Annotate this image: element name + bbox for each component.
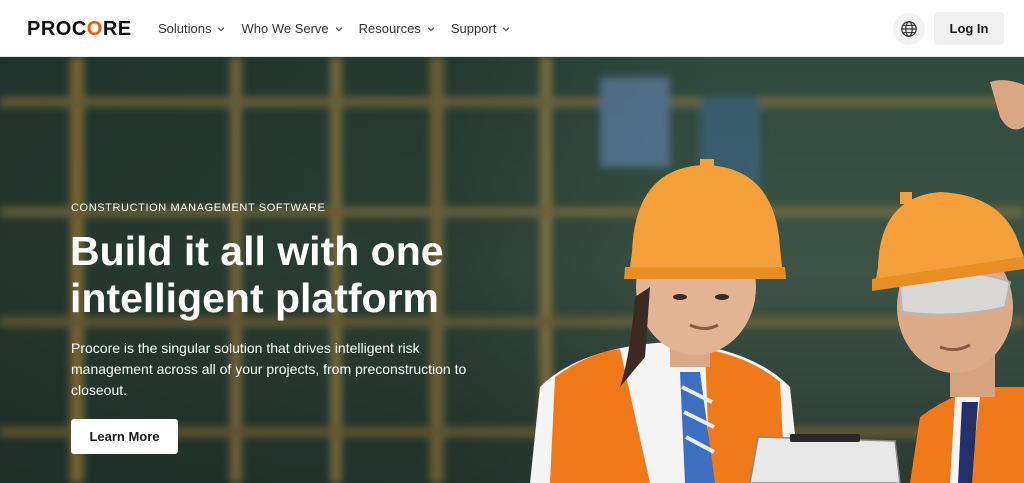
logo-text-o: O (86, 17, 103, 40)
nav-resources-label: Resources (358, 21, 421, 36)
logo-text-end: RE (102, 17, 132, 40)
site-header: PROC O RE Solutions Who We Serve Resources… (0, 0, 1024, 57)
globe-icon (901, 21, 917, 37)
learn-more-button[interactable]: Learn More (71, 419, 178, 454)
chevron-down-icon (503, 26, 510, 31)
hero-eyebrow: CONSTRUCTION MANAGEMENT SOFTWARE (71, 202, 326, 214)
hero-section: CONSTRUCTION MANAGEMENT SOFTWARE Build i… (0, 57, 1024, 483)
worker-right-figure (872, 192, 1024, 483)
nav-solutions-label: Solutions (158, 21, 212, 36)
login-button[interactable]: Log In (934, 12, 1004, 45)
tablet-device (749, 434, 901, 483)
nav-support[interactable]: Support (451, 21, 511, 36)
language-button[interactable] (893, 13, 925, 45)
procore-logo[interactable]: PROC O RE (27, 17, 132, 40)
nav-resources[interactable]: Resources (359, 21, 435, 36)
nav-solutions[interactable]: Solutions (158, 21, 225, 36)
worker-left-figure (530, 159, 800, 483)
hero-subcopy: Procore is the singular solution that dr… (71, 340, 467, 398)
construction-workers-photo (530, 80, 1024, 483)
nav-who-we-serve-label: Who We Serve (241, 21, 329, 36)
chevron-down-icon (335, 26, 342, 31)
chevron-down-icon (218, 26, 225, 31)
chevron-down-icon (427, 26, 435, 31)
raised-hand (990, 80, 1024, 130)
main-nav: Solutions Who We Serve Resources Support (158, 0, 526, 57)
nav-support-label: Support (450, 21, 497, 36)
logo-text-start: PROC (27, 17, 87, 40)
nav-who-we-serve[interactable]: Who We Serve (241, 21, 342, 36)
hero-headline: Build it all with one intelligent platfo… (70, 228, 444, 321)
